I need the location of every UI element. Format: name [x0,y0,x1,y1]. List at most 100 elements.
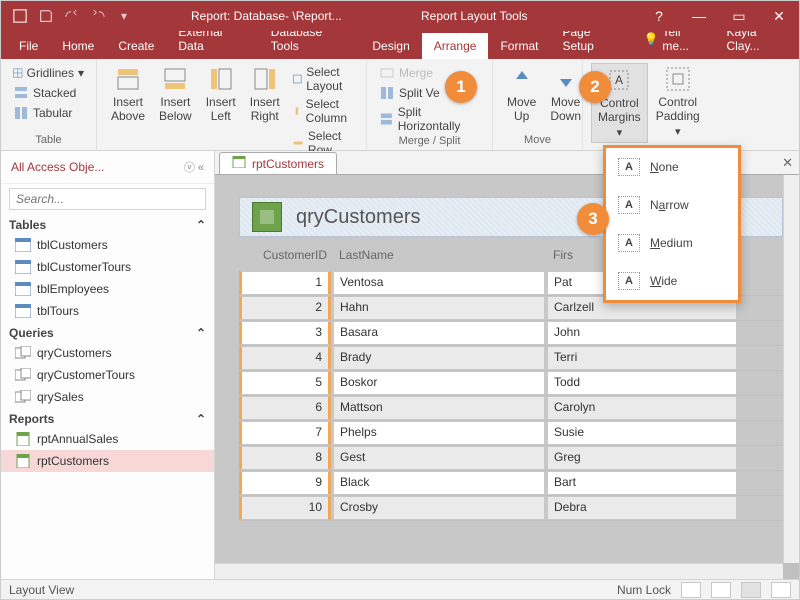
cell-firstname[interactable]: Terri [547,346,737,370]
cell-lastname[interactable]: Mattson [333,396,545,420]
cell-lastname[interactable]: Phelps [333,421,545,445]
cell-firstname[interactable]: Carolyn [547,396,737,420]
margins-narrow[interactable]: ANarrow [606,186,738,224]
control-margins-menu: ANNoneone ANarrow AMedium AWide [603,145,741,303]
cell-lastname[interactable]: Black [333,471,545,495]
report-title[interactable]: qryCustomers [296,206,420,229]
status-bar: Layout View Num Lock [1,579,799,599]
cell-id[interactable]: 7 [239,421,331,445]
nav-item-qrysales[interactable]: qrySales [1,386,214,408]
move-up-button[interactable]: Move Up [501,63,542,126]
nav-group-queries[interactable]: Queries⌃ [1,322,214,342]
cell-firstname[interactable]: Debra [547,496,737,520]
select-layout-button[interactable]: Select Layout [288,63,358,95]
group-merge-split-label: Merge / Split [375,135,484,149]
nav-group-reports[interactable]: Reports⌃ [1,408,214,428]
table-icon [15,238,31,252]
tab-create[interactable]: Create [106,33,166,59]
cell-firstname[interactable]: Greg [547,446,737,470]
nav-header[interactable]: All Access Obje...ⓥ « [1,151,214,184]
nav-item-tblemployees[interactable]: tblEmployees [1,278,214,300]
control-padding-button[interactable]: Control Padding ▾ [650,63,706,141]
close-tab-icon[interactable]: ✕ [782,155,793,171]
a-icon: A [618,196,640,214]
gridlines-button[interactable]: Gridlines ▾ [9,63,88,83]
doc-tab-rptcustomers[interactable]: rptCustomers [219,152,337,174]
insert-below-button[interactable]: Insert Below [153,63,198,126]
access-app-icon[interactable] [9,5,31,27]
nav-search-input[interactable] [9,188,206,210]
nav-item-tbltours[interactable]: tblTours [1,300,214,322]
tab-design[interactable]: Design [360,33,421,59]
nav-group-tables[interactable]: Tables⌃ [1,214,214,234]
design-view-button[interactable] [771,582,791,598]
help-icon[interactable]: ? [639,1,679,31]
tabular-button[interactable]: Tabular [9,103,88,123]
report-logo-icon [252,202,282,232]
query-icon [15,390,31,404]
margins-medium[interactable]: AMedium [606,224,738,262]
status-view: Layout View [9,583,74,597]
horizontal-scrollbar[interactable] [215,563,783,579]
report-rows: 1VentosaPat 2HahnCarlzell 3BasaraJohn 4B… [239,271,783,521]
cell-id[interactable]: 6 [239,396,331,420]
cell-firstname[interactable]: Todd [547,371,737,395]
col-customerid[interactable]: CustomerID [239,245,333,267]
nav-item-rptannualsales[interactable]: rptAnnualSales [1,428,214,450]
layout-view-button[interactable] [741,582,761,598]
cell-id[interactable]: 4 [239,346,331,370]
report-view-button[interactable] [681,582,701,598]
redo-icon[interactable] [87,5,109,27]
select-column-button[interactable]: Select Column [288,95,358,127]
cell-id[interactable]: 5 [239,371,331,395]
nav-item-qrycustomertours[interactable]: qryCustomerTours [1,364,214,386]
nav-item-tblcustomertours[interactable]: tblCustomerTours [1,256,214,278]
cell-lastname[interactable]: Crosby [333,496,545,520]
cell-id[interactable]: 10 [239,496,331,520]
minimize-icon[interactable]: ― [679,1,719,31]
tab-format[interactable]: Format [488,33,550,59]
split-horizontally-button[interactable]: Split Horizontally [375,103,484,135]
margins-wide[interactable]: AWide [606,262,738,300]
cell-id[interactable]: 8 [239,446,331,470]
cell-lastname[interactable]: Ventosa [333,271,545,295]
cell-lastname[interactable]: Hahn [333,296,545,320]
cell-lastname[interactable]: Basara [333,321,545,345]
lightbulb-icon: 💡 [643,32,658,46]
titlebar: ▾ Report: Database- \Report... Report La… [1,1,799,31]
restore-icon[interactable]: ▭ [719,1,759,31]
tab-arrange[interactable]: Arrange [422,33,489,59]
chevron-down-icon[interactable]: ⓥ « [184,159,204,175]
col-lastname[interactable]: LastName [333,245,547,267]
cell-id[interactable]: 1 [239,271,331,295]
cell-firstname[interactable]: Susie [547,421,737,445]
tab-home[interactable]: Home [50,33,106,59]
margins-none[interactable]: ANNoneone [606,148,738,186]
qat-customize-icon[interactable]: ▾ [113,5,135,27]
nav-item-rptcustomers[interactable]: rptCustomers [1,450,214,472]
cell-firstname[interactable]: John [547,321,737,345]
cell-id[interactable]: 2 [239,296,331,320]
cell-id[interactable]: 3 [239,321,331,345]
cell-lastname[interactable]: Brady [333,346,545,370]
cell-firstname[interactable]: Bart [547,471,737,495]
window-title: Report: Database- \Report... [191,9,342,23]
insert-above-button[interactable]: Insert Above [105,63,151,126]
vertical-scrollbar[interactable] [783,175,799,563]
insert-right-button[interactable]: Insert Right [244,63,286,126]
nav-item-qrycustomers[interactable]: qryCustomers [1,342,214,364]
save-icon[interactable] [35,5,57,27]
callout-1: 1 [445,71,477,103]
callout-3: 3 [577,203,609,235]
undo-icon[interactable] [61,5,83,27]
cell-lastname[interactable]: Boskor [333,371,545,395]
stacked-button[interactable]: Stacked [9,83,88,103]
insert-left-button[interactable]: Insert Left [200,63,242,126]
print-preview-button[interactable] [711,582,731,598]
close-icon[interactable]: ✕ [759,1,799,31]
tab-file[interactable]: File [7,33,50,59]
nav-item-tblcustomers[interactable]: tblCustomers [1,234,214,256]
cell-lastname[interactable]: Gest [333,446,545,470]
cell-id[interactable]: 9 [239,471,331,495]
a-icon: A [618,272,640,290]
